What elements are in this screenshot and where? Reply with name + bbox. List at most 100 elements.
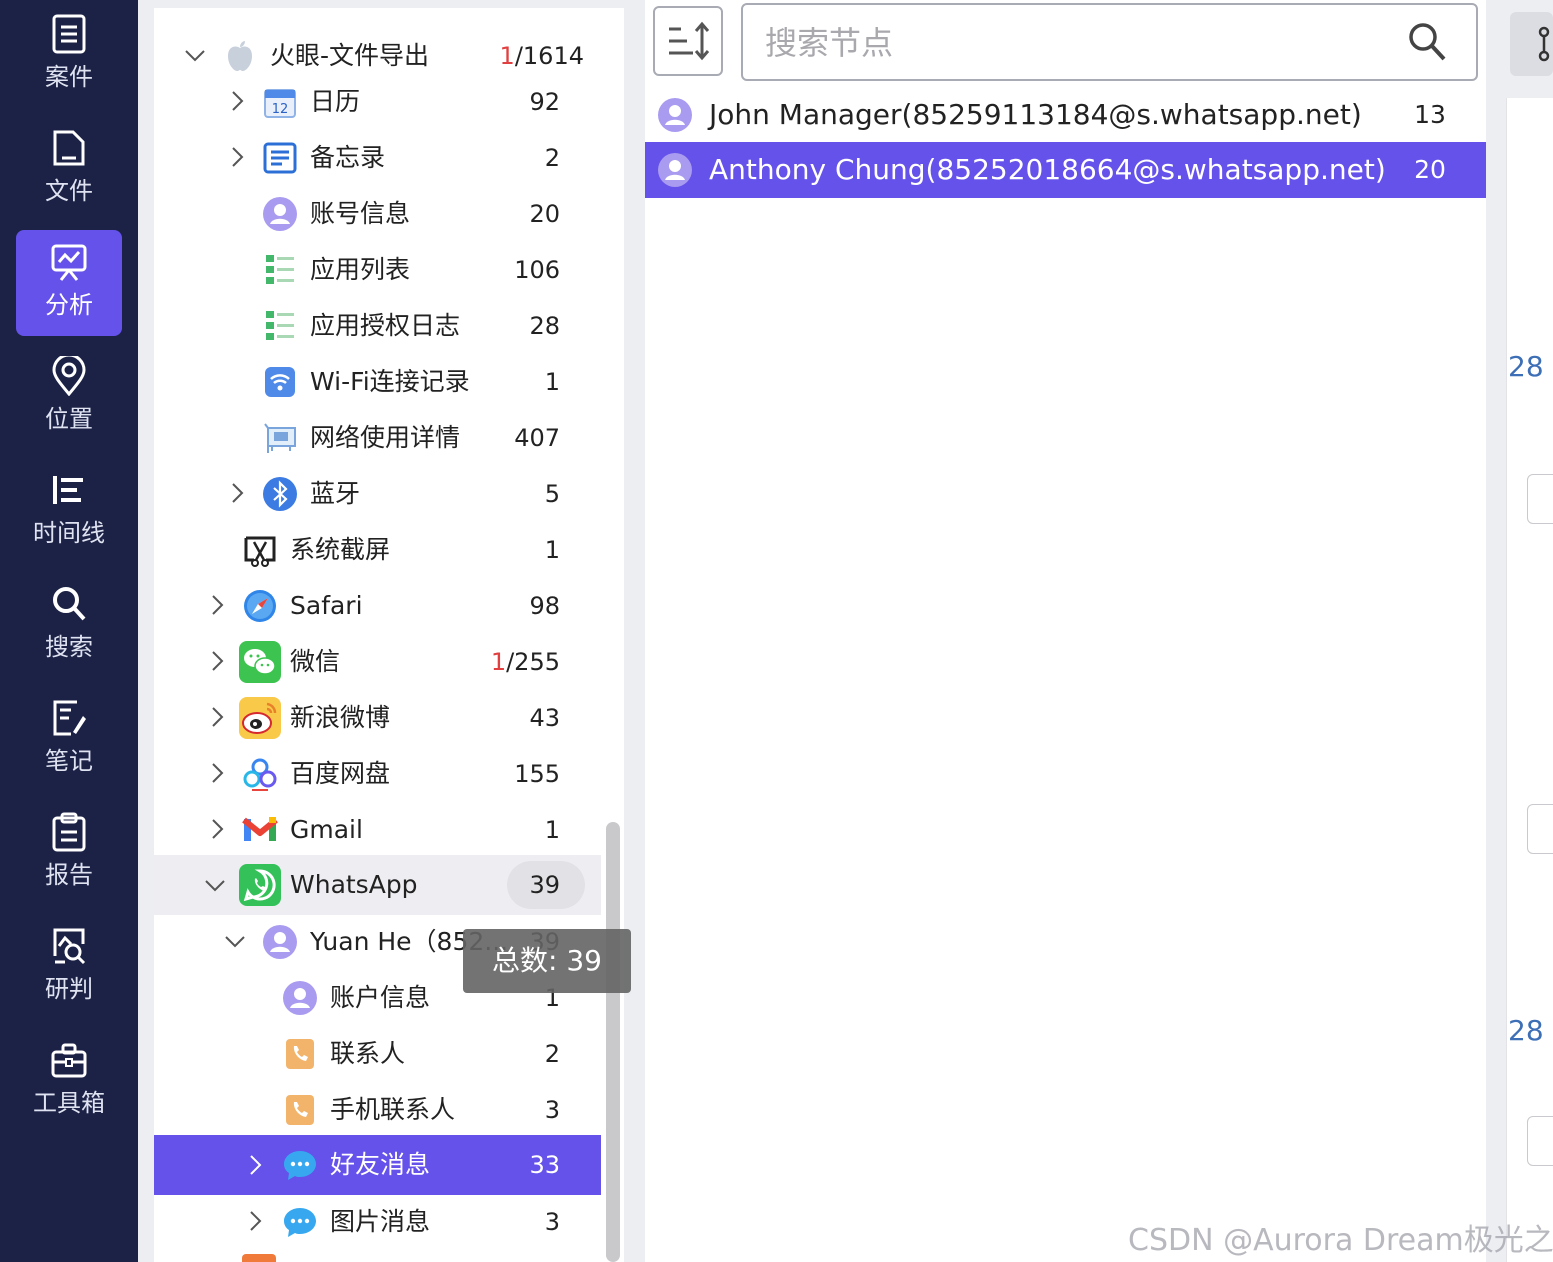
tree-node-count: 1: [544, 816, 560, 844]
nav-label: 工具箱: [33, 1089, 105, 1117]
tree-node-label: 备忘录: [310, 143, 386, 172]
tree-node-wechat[interactable]: 微信 1/255: [154, 634, 601, 690]
tree-node-label: Gmail: [290, 815, 363, 844]
contact-row[interactable]: John Manager(85259113184@s.whatsapp.net)…: [645, 87, 1486, 143]
network-card-icon: [264, 423, 296, 453]
tree-node-account-info[interactable]: 账号信息 20: [154, 186, 601, 242]
tree-node-gmail[interactable]: Gmail 1: [154, 802, 601, 858]
nav-item-location[interactable]: 位置: [16, 344, 122, 450]
app-list-icon: [266, 255, 294, 284]
tree-node-contacts[interactable]: 联系人 2: [154, 1026, 601, 1082]
tree-node-weibo[interactable]: 新浪微博 43: [154, 690, 601, 746]
safari-compass-icon: [244, 590, 276, 622]
chevron-right-icon[interactable]: [226, 90, 248, 112]
baidu-cloud-icon: [243, 758, 277, 791]
tree-node-calendar[interactable]: 12 日历 92: [154, 74, 601, 130]
tree-node-screenshots[interactable]: 系统截屏 1: [154, 522, 601, 578]
tree-node-memo[interactable]: 备忘录 2: [154, 130, 601, 186]
search-icon[interactable]: [1407, 21, 1447, 63]
nav-item-search[interactable]: 搜索: [16, 572, 122, 678]
tree-node-app-list[interactable]: 应用列表 106: [154, 242, 601, 298]
nav-item-report[interactable]: 报告: [16, 800, 122, 906]
detail-card[interactable]: [1527, 474, 1553, 524]
chevron-right-icon[interactable]: [206, 762, 228, 784]
chevron-down-icon[interactable]: [204, 874, 226, 896]
tree-node-count: 106: [514, 256, 560, 284]
tree-node-whatsapp[interactable]: WhatsApp 39: [154, 855, 601, 915]
tree-node-image-messages[interactable]: 图片消息 3: [154, 1194, 601, 1250]
chevron-right-icon[interactable]: [244, 1210, 266, 1232]
nav-item-timeline[interactable]: 时间线: [16, 458, 122, 564]
chevron-right-icon[interactable]: [206, 650, 228, 672]
chart-magnify-icon: [53, 928, 86, 965]
tree-node-count: 2: [544, 144, 560, 172]
chevron-right-icon[interactable]: [206, 706, 228, 728]
node-list-panel: John Manager(85259113184@s.whatsapp.net)…: [645, 0, 1486, 1262]
nav-item-toolbox[interactable]: 工具箱: [16, 1028, 122, 1134]
tree-node-baidu-netdisk[interactable]: 百度网盘 155: [154, 746, 601, 802]
tree-node-label: 好友消息: [330, 1150, 431, 1179]
chevron-right-icon[interactable]: [226, 482, 248, 504]
clipboard-report-icon: [52, 812, 86, 852]
tree-node-wifi-records[interactable]: Wi-Fi连接记录 1: [154, 354, 601, 410]
chevron-right-icon[interactable]: [226, 146, 248, 168]
graph-node-icon: [1538, 26, 1550, 62]
tree-node-label: 网络使用详情: [310, 423, 461, 452]
detail-card[interactable]: [1527, 1116, 1553, 1166]
user-avatar-icon: [283, 981, 317, 1015]
tree-node-count: 28: [529, 312, 560, 340]
nav-item-notes[interactable]: 笔记: [16, 686, 122, 792]
tree-node-bluetooth[interactable]: 蓝牙 5: [154, 466, 601, 522]
detail-card[interactable]: [1527, 804, 1553, 854]
timeline-icon: [53, 476, 83, 504]
sort-icon: [669, 21, 710, 61]
nav-item-files[interactable]: 文件: [16, 116, 122, 222]
tree-node-count: 2: [544, 1040, 560, 1068]
nav-item-analysis[interactable]: 分析: [16, 230, 122, 336]
tree-node-count: 407: [514, 424, 560, 452]
sort-button[interactable]: [653, 6, 723, 76]
svg-text:12: 12: [272, 102, 289, 117]
tree-node-count: 1/255: [490, 648, 560, 676]
tree-node-count: 3: [544, 1096, 560, 1124]
tree-node-label: 账号信息: [310, 199, 411, 228]
tree-node-count: 1: [544, 536, 560, 564]
nav-item-judgement[interactable]: 研判: [16, 914, 122, 1020]
chevron-right-icon[interactable]: [244, 1154, 266, 1176]
contact-row-selected[interactable]: Anthony Chung(85252018664@s.whatsapp.net…: [645, 142, 1486, 198]
tree-node-friend-messages[interactable]: 好友消息 33: [154, 1135, 601, 1195]
tree-node-safari[interactable]: Safari 98: [154, 578, 601, 634]
tree-node-label: 系统截屏: [290, 535, 391, 564]
user-avatar-icon: [263, 197, 297, 231]
nav-item-cases[interactable]: 案件: [16, 2, 122, 108]
bluetooth-icon: [263, 477, 297, 511]
search-icon: [53, 587, 86, 621]
tree-node-count: 92: [529, 88, 560, 116]
nav-label: 位置: [45, 405, 93, 433]
tree-node-count: 33: [529, 1151, 560, 1179]
chevron-right-icon[interactable]: [206, 818, 228, 840]
document-list-icon: [52, 14, 86, 54]
memo-icon: [263, 142, 297, 174]
tree-node-label: WhatsApp: [290, 870, 418, 899]
tree-scrollbar[interactable]: [606, 822, 620, 1262]
search-input[interactable]: [763, 15, 1387, 71]
tree-node-count: 39: [529, 871, 560, 899]
tree-node-phone-contacts[interactable]: 手机联系人 3: [154, 1082, 601, 1138]
wifi-icon: [265, 367, 295, 397]
tree-node-count: 20: [529, 200, 560, 228]
app-list-icon: [266, 311, 294, 340]
chevron-down-icon[interactable]: [224, 930, 246, 952]
tree-node-app-permission-log[interactable]: 应用授权日志 28: [154, 298, 601, 354]
detail-value: 28: [1508, 1014, 1544, 1047]
tree-node-label: 应用列表: [310, 255, 411, 284]
tree-node-network-usage[interactable]: 网络使用详情 407: [154, 410, 601, 466]
location-pin-icon: [52, 356, 86, 396]
weibo-icon: [239, 697, 281, 739]
graph-view-button[interactable]: [1510, 12, 1553, 76]
chevron-right-icon[interactable]: [206, 594, 228, 616]
tree-node-label: Wi-Fi连接记录: [310, 367, 470, 396]
chevron-down-icon[interactable]: [184, 44, 206, 66]
tree-node-count: 1: [544, 368, 560, 396]
partial-node-icon: [242, 1254, 276, 1262]
